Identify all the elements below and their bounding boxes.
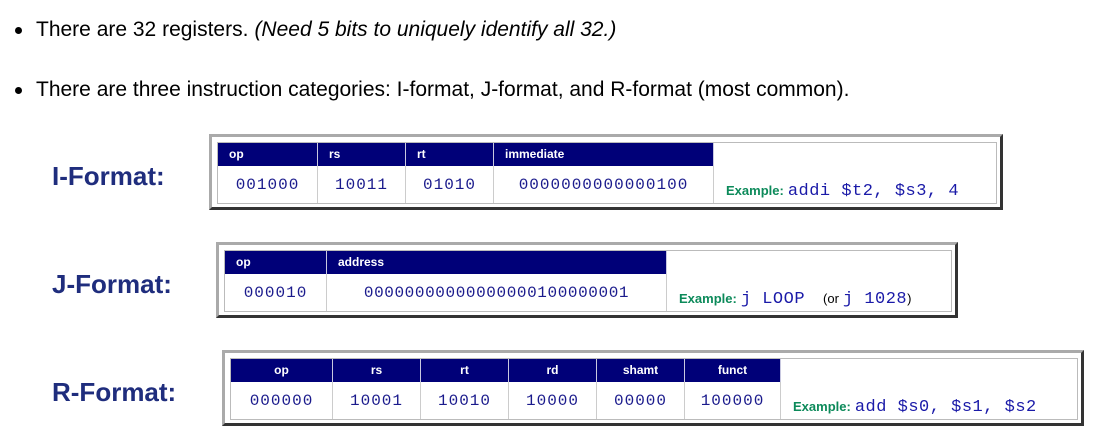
r-field-header-shamt: shamt <box>597 359 685 382</box>
r-field-header-rt: rt <box>421 359 509 382</box>
bullet-text: There are 32 registers. <box>36 18 249 41</box>
j-field-value-address: 00000000000000000100000001 <box>327 274 667 311</box>
j-format-diagram: op address 000010 0000000000000000010000… <box>216 242 958 318</box>
example-alt-open: (or <box>823 291 839 306</box>
j-field-header-address: address <box>327 251 667 274</box>
i-field-value-rt: 01010 <box>406 166 494 203</box>
bullet-registers: There are 32 registers. (Need 5 bits to … <box>14 18 616 42</box>
i-field-header-rs: rs <box>318 143 406 166</box>
j-example: Example: j LOOP (or j 1028 ) <box>679 290 911 309</box>
example-alt-code: j 1028 <box>842 290 908 309</box>
i-field-value-op: 001000 <box>218 166 318 203</box>
example-label: Example: <box>726 183 784 198</box>
i-format-diagram: op rs rt immediate 001000 10011 01010 00… <box>209 134 1003 210</box>
r-example: Example: add $s0, $s1, $s2 <box>793 398 1037 417</box>
i-field-header-rt: rt <box>406 143 494 166</box>
r-field-header-rd: rd <box>509 359 597 382</box>
i-field-value-immediate: 0000000000000100 <box>494 166 714 203</box>
example-code: add $s0, $s1, $s2 <box>854 398 1037 417</box>
example-code: j LOOP <box>740 290 806 309</box>
r-field-value-rt: 10010 <box>421 382 509 419</box>
j-format-table: op address 000010 0000000000000000010000… <box>224 250 952 312</box>
r-field-value-shamt: 00000 <box>597 382 685 419</box>
i-example: Example: addi $t2, $s3, 4 <box>726 182 959 201</box>
i-field-value-rs: 10011 <box>318 166 406 203</box>
r-field-value-rs: 10001 <box>333 382 421 419</box>
r-field-header-rs: rs <box>333 359 421 382</box>
r-field-value-rd: 10000 <box>509 382 597 419</box>
j-format-label: J-Format: <box>52 269 172 299</box>
bullet-dot <box>15 86 22 94</box>
r-field-header-funct: funct <box>685 359 781 382</box>
bullet-categories: There are three instruction categories: … <box>14 78 849 102</box>
example-label: Example: <box>679 291 737 306</box>
i-field-header-immediate: immediate <box>494 143 714 166</box>
j-field-value-op: 000010 <box>225 274 327 311</box>
i-format-label: I-Format: <box>52 161 165 191</box>
bullet-text: There are three instruction categories: … <box>36 78 850 101</box>
r-format-table: op rs rt rd shamt funct 000000 10001 100… <box>230 358 1078 420</box>
r-field-value-funct: 100000 <box>685 382 781 419</box>
r-format-diagram: op rs rt rd shamt funct 000000 10001 100… <box>222 350 1084 426</box>
r-field-value-op: 000000 <box>231 382 333 419</box>
r-format-label: R-Format: <box>52 377 177 407</box>
bullet-note: (Need 5 bits to uniquely identify all 32… <box>254 18 617 41</box>
i-field-header-op: op <box>218 143 318 166</box>
i-format-table: op rs rt immediate 001000 10011 01010 00… <box>217 142 997 204</box>
r-field-header-op: op <box>231 359 333 382</box>
example-code: addi $t2, $s3, 4 <box>787 182 960 201</box>
example-alt-close: ) <box>907 291 912 306</box>
bullet-dot <box>15 26 22 34</box>
example-label: Example: <box>793 399 851 414</box>
j-field-header-op: op <box>225 251 327 274</box>
